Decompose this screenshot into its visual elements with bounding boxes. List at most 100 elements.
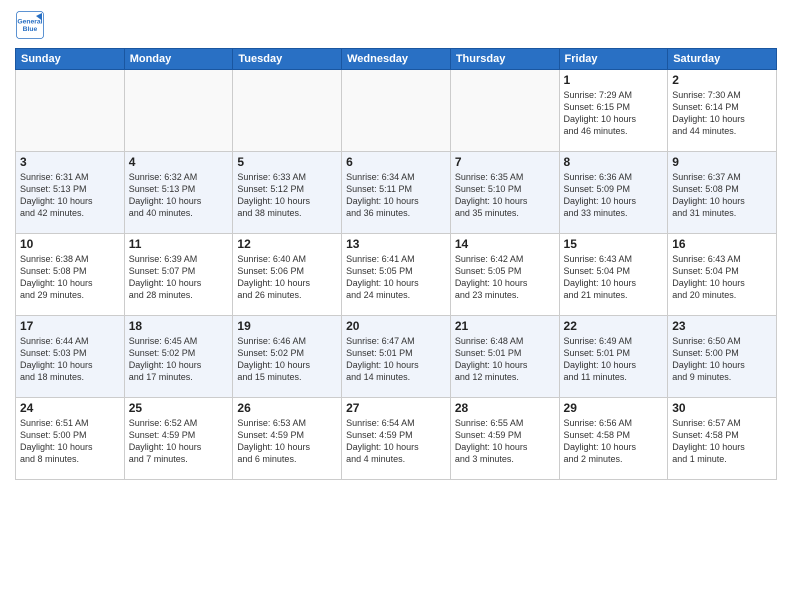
weekday-header-saturday: Saturday bbox=[668, 49, 777, 70]
day-number: 16 bbox=[672, 237, 772, 251]
day-number: 6 bbox=[346, 155, 446, 169]
weekday-header-wednesday: Wednesday bbox=[342, 49, 451, 70]
calendar-cell: 16 Sunrise: 6:43 AM Sunset: 5:04 PM Dayli… bbox=[668, 234, 777, 316]
cell-info: Sunrise: 6:40 AM Sunset: 5:06 PM Dayligh… bbox=[237, 253, 337, 302]
calendar-cell bbox=[342, 70, 451, 152]
day-number: 13 bbox=[346, 237, 446, 251]
cell-info: Sunrise: 6:42 AM Sunset: 5:05 PM Dayligh… bbox=[455, 253, 555, 302]
weekday-header-tuesday: Tuesday bbox=[233, 49, 342, 70]
cell-info: Sunrise: 6:48 AM Sunset: 5:01 PM Dayligh… bbox=[455, 335, 555, 384]
calendar-cell: 1 Sunrise: 7:29 AM Sunset: 6:15 PM Daylig… bbox=[559, 70, 668, 152]
calendar-cell: 18 Sunrise: 6:45 AM Sunset: 5:02 PM Dayli… bbox=[124, 316, 233, 398]
calendar-cell: 5 Sunrise: 6:33 AM Sunset: 5:12 PM Daylig… bbox=[233, 152, 342, 234]
day-number: 24 bbox=[20, 401, 120, 415]
cell-info: Sunrise: 6:49 AM Sunset: 5:01 PM Dayligh… bbox=[564, 335, 664, 384]
weekday-header-thursday: Thursday bbox=[450, 49, 559, 70]
cell-info: Sunrise: 6:52 AM Sunset: 4:59 PM Dayligh… bbox=[129, 417, 229, 466]
calendar-cell: 10 Sunrise: 6:38 AM Sunset: 5:08 PM Dayli… bbox=[16, 234, 125, 316]
calendar-cell: 23 Sunrise: 6:50 AM Sunset: 5:00 PM Dayli… bbox=[668, 316, 777, 398]
day-number: 1 bbox=[564, 73, 664, 87]
day-number: 23 bbox=[672, 319, 772, 333]
cell-info: Sunrise: 6:47 AM Sunset: 5:01 PM Dayligh… bbox=[346, 335, 446, 384]
calendar-cell: 21 Sunrise: 6:48 AM Sunset: 5:01 PM Dayli… bbox=[450, 316, 559, 398]
weekday-header-friday: Friday bbox=[559, 49, 668, 70]
cell-info: Sunrise: 6:57 AM Sunset: 4:58 PM Dayligh… bbox=[672, 417, 772, 466]
calendar: SundayMondayTuesdayWednesdayThursdayFrid… bbox=[15, 48, 777, 480]
cell-info: Sunrise: 6:46 AM Sunset: 5:02 PM Dayligh… bbox=[237, 335, 337, 384]
calendar-cell: 25 Sunrise: 6:52 AM Sunset: 4:59 PM Dayli… bbox=[124, 398, 233, 480]
calendar-cell: 6Sunrise: 6:34 AM Sunset: 5:11 PM Daylig… bbox=[342, 152, 451, 234]
cell-info: Sunrise: 6:51 AM Sunset: 5:00 PM Dayligh… bbox=[20, 417, 120, 466]
calendar-cell: 8Sunrise: 6:36 AM Sunset: 5:09 PM Daylig… bbox=[559, 152, 668, 234]
calendar-cell: 20 Sunrise: 6:47 AM Sunset: 5:01 PM Dayli… bbox=[342, 316, 451, 398]
calendar-cell: 11 Sunrise: 6:39 AM Sunset: 5:07 PM Dayli… bbox=[124, 234, 233, 316]
day-number: 17 bbox=[20, 319, 120, 333]
calendar-cell bbox=[16, 70, 125, 152]
day-number: 20 bbox=[346, 319, 446, 333]
day-number: 3 bbox=[20, 155, 120, 169]
day-number: 19 bbox=[237, 319, 337, 333]
day-number: 2 bbox=[672, 73, 772, 87]
calendar-cell: 3 Sunrise: 6:31 AM Sunset: 5:13 PM Daylig… bbox=[16, 152, 125, 234]
weekday-header-row: SundayMondayTuesdayWednesdayThursdayFrid… bbox=[16, 49, 777, 70]
cell-info: Sunrise: 6:31 AM Sunset: 5:13 PM Dayligh… bbox=[20, 171, 120, 220]
weekday-header-monday: Monday bbox=[124, 49, 233, 70]
cell-info: Sunrise: 6:38 AM Sunset: 5:08 PM Dayligh… bbox=[20, 253, 120, 302]
day-number: 5 bbox=[237, 155, 337, 169]
cell-info: Sunrise: 6:36 AM Sunset: 5:09 PM Dayligh… bbox=[564, 171, 664, 220]
day-number: 11 bbox=[129, 237, 229, 251]
day-number: 14 bbox=[455, 237, 555, 251]
cell-info: Sunrise: 6:35 AM Sunset: 5:10 PM Dayligh… bbox=[455, 171, 555, 220]
calendar-cell bbox=[124, 70, 233, 152]
cell-info: Sunrise: 6:44 AM Sunset: 5:03 PM Dayligh… bbox=[20, 335, 120, 384]
day-number: 25 bbox=[129, 401, 229, 415]
cell-info: Sunrise: 6:56 AM Sunset: 4:58 PM Dayligh… bbox=[564, 417, 664, 466]
day-number: 26 bbox=[237, 401, 337, 415]
cell-info: Sunrise: 6:33 AM Sunset: 5:12 PM Dayligh… bbox=[237, 171, 337, 220]
cell-info: Sunrise: 6:41 AM Sunset: 5:05 PM Dayligh… bbox=[346, 253, 446, 302]
calendar-cell: 15 Sunrise: 6:43 AM Sunset: 5:04 PM Dayli… bbox=[559, 234, 668, 316]
calendar-cell: 12 Sunrise: 6:40 AM Sunset: 5:06 PM Dayli… bbox=[233, 234, 342, 316]
header: General Blue bbox=[15, 10, 777, 40]
cell-info: Sunrise: 6:55 AM Sunset: 4:59 PM Dayligh… bbox=[455, 417, 555, 466]
calendar-cell: 24 Sunrise: 6:51 AM Sunset: 5:00 PM Dayli… bbox=[16, 398, 125, 480]
cell-info: Sunrise: 6:45 AM Sunset: 5:02 PM Dayligh… bbox=[129, 335, 229, 384]
calendar-cell: 26 Sunrise: 6:53 AM Sunset: 4:59 PM Dayli… bbox=[233, 398, 342, 480]
day-number: 21 bbox=[455, 319, 555, 333]
calendar-cell: 22Sunrise: 6:49 AM Sunset: 5:01 PM Dayli… bbox=[559, 316, 668, 398]
cell-info: Sunrise: 6:43 AM Sunset: 5:04 PM Dayligh… bbox=[672, 253, 772, 302]
cell-info: Sunrise: 6:50 AM Sunset: 5:00 PM Dayligh… bbox=[672, 335, 772, 384]
day-number: 9 bbox=[672, 155, 772, 169]
cell-info: Sunrise: 7:29 AM Sunset: 6:15 PM Dayligh… bbox=[564, 89, 664, 138]
calendar-cell: 19 Sunrise: 6:46 AM Sunset: 5:02 PM Dayli… bbox=[233, 316, 342, 398]
day-number: 12 bbox=[237, 237, 337, 251]
cell-info: Sunrise: 6:54 AM Sunset: 4:59 PM Dayligh… bbox=[346, 417, 446, 466]
page: General Blue SundayMondayTuesdayWednesda… bbox=[0, 0, 792, 612]
svg-text:Blue: Blue bbox=[23, 26, 38, 33]
calendar-cell: 2Sunrise: 7:30 AM Sunset: 6:14 PM Daylig… bbox=[668, 70, 777, 152]
day-number: 7 bbox=[455, 155, 555, 169]
calendar-cell: 7 Sunrise: 6:35 AM Sunset: 5:10 PM Daylig… bbox=[450, 152, 559, 234]
calendar-cell: 29 Sunrise: 6:56 AM Sunset: 4:58 PM Dayli… bbox=[559, 398, 668, 480]
day-number: 30 bbox=[672, 401, 772, 415]
day-number: 28 bbox=[455, 401, 555, 415]
calendar-cell: 14 Sunrise: 6:42 AM Sunset: 5:05 PM Dayli… bbox=[450, 234, 559, 316]
day-number: 29 bbox=[564, 401, 664, 415]
logo: General Blue bbox=[15, 10, 45, 40]
day-number: 10 bbox=[20, 237, 120, 251]
calendar-cell: 28 Sunrise: 6:55 AM Sunset: 4:59 PM Dayli… bbox=[450, 398, 559, 480]
day-number: 18 bbox=[129, 319, 229, 333]
calendar-cell: 13 Sunrise: 6:41 AM Sunset: 5:05 PM Dayli… bbox=[342, 234, 451, 316]
cell-info: Sunrise: 6:43 AM Sunset: 5:04 PM Dayligh… bbox=[564, 253, 664, 302]
weekday-header-sunday: Sunday bbox=[16, 49, 125, 70]
logo-icon: General Blue bbox=[15, 10, 45, 40]
svg-text:General: General bbox=[17, 19, 42, 26]
calendar-cell: 4Sunrise: 6:32 AM Sunset: 5:13 PM Daylig… bbox=[124, 152, 233, 234]
cell-info: Sunrise: 6:39 AM Sunset: 5:07 PM Dayligh… bbox=[129, 253, 229, 302]
week-row-5: 24 Sunrise: 6:51 AM Sunset: 5:00 PM Dayli… bbox=[16, 398, 777, 480]
day-number: 15 bbox=[564, 237, 664, 251]
calendar-cell bbox=[233, 70, 342, 152]
cell-info: Sunrise: 6:53 AM Sunset: 4:59 PM Dayligh… bbox=[237, 417, 337, 466]
week-row-1: 1 Sunrise: 7:29 AM Sunset: 6:15 PM Daylig… bbox=[16, 70, 777, 152]
calendar-cell: 17 Sunrise: 6:44 AM Sunset: 5:03 PM Dayli… bbox=[16, 316, 125, 398]
